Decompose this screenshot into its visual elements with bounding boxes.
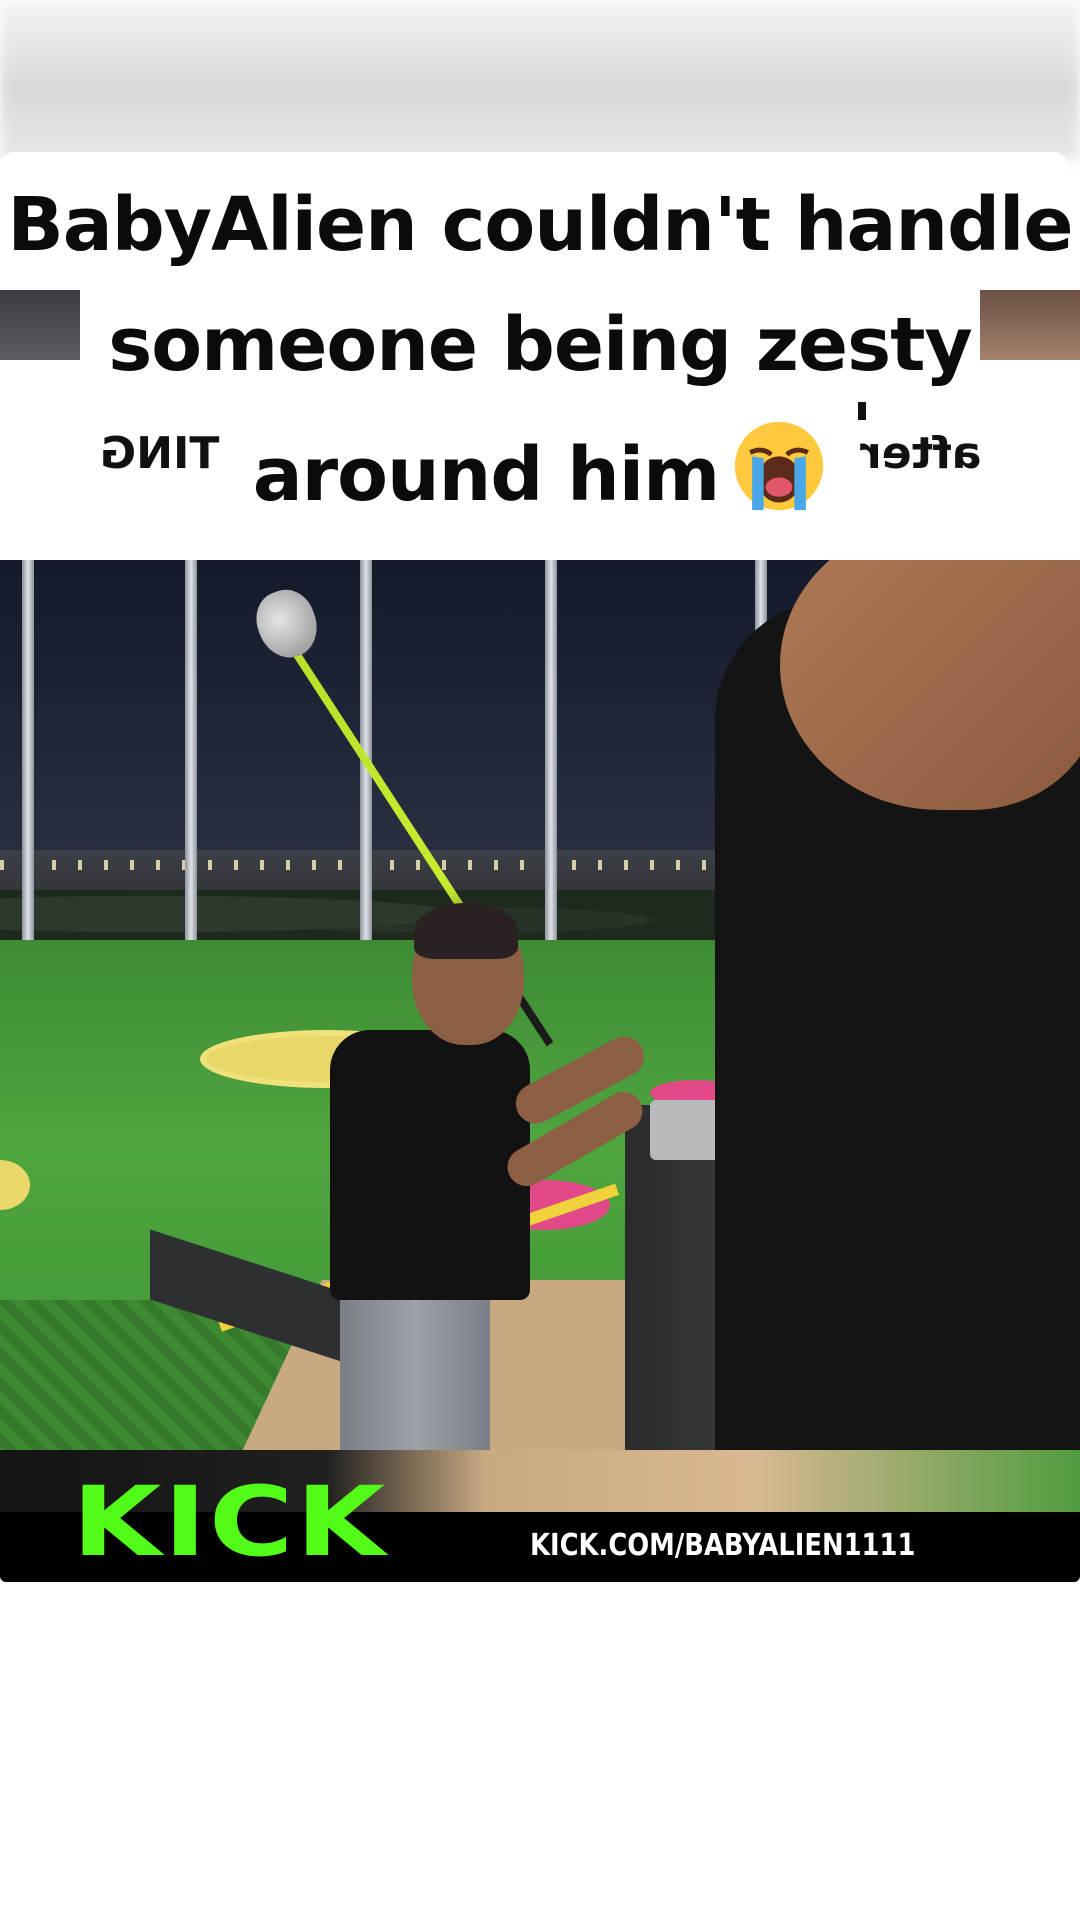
video-frame[interactable] (0, 560, 1080, 1450)
net-pole (545, 560, 557, 960)
net-pole (185, 560, 197, 960)
kick-channel-url: KICK.COM/BABYALIEN1111 (530, 1528, 916, 1563)
net-pole (22, 560, 34, 960)
caption-line-1: BabyAlien couldn't handle (7, 182, 1073, 268)
kick-banner: KICK KICK.COM/BABYALIEN1111 (0, 1450, 1080, 1582)
kick-logo: KICK (72, 1466, 388, 1578)
city-lights (0, 860, 760, 870)
caption-line-2: someone being zesty (108, 302, 973, 388)
caption-line-3-text: around him (252, 432, 721, 518)
caption-line-3: around him (0, 418, 1080, 518)
child-legs (340, 1290, 490, 1450)
child-torso (330, 1030, 530, 1300)
video-post: TING after BabyAlien couldn't handle som… (0, 0, 1080, 1920)
child-hair (414, 903, 518, 959)
blurred-background-top (0, 0, 1080, 160)
loudly-crying-face-icon (735, 421, 824, 511)
